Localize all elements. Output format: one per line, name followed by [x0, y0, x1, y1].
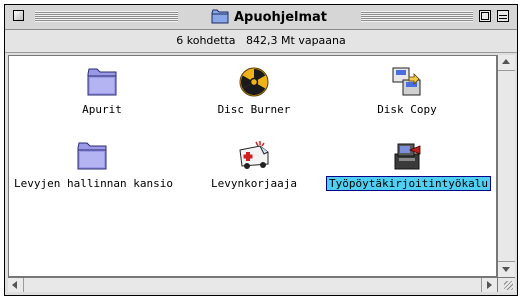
horizontal-scrollbar[interactable] — [8, 277, 497, 292]
info-bar: 6 kohdetta 842,3 Mt vapaana — [5, 30, 517, 53]
icon-item-disc-burner[interactable]: Disc Burner — [174, 66, 334, 117]
scroll-down-arrow[interactable] — [498, 261, 515, 277]
icon-label: Apurit — [82, 103, 122, 116]
icon-item-tyopoytakirjoitintyokalu[interactable]: Työpöytäkirjoitintyökalu — [326, 140, 491, 191]
disk-copy-icon — [392, 67, 421, 96]
close-box[interactable] — [13, 10, 24, 21]
icon-label: Työpöytäkirjoitintyökalu — [326, 176, 491, 191]
icon-label: Disc Burner — [217, 103, 291, 116]
printer-icon — [394, 143, 421, 170]
folder-icon — [77, 142, 107, 170]
scroll-left-arrow[interactable] — [8, 278, 24, 292]
title-bar[interactable]: Apuohjelmat — [5, 5, 517, 30]
icon-label: Levynkorjaaja — [210, 177, 298, 190]
finder-window: Apuohjelmat 6 kohdetta 842,3 Mt vapaana … — [4, 4, 518, 296]
collapse-box[interactable] — [497, 10, 509, 22]
icon-item-levynkorjaaja[interactable]: Levynkorjaaja — [174, 140, 334, 191]
folder-icon — [87, 68, 117, 96]
item-count-free-space: 6 kohdetta 842,3 Mt vapaana — [176, 34, 346, 47]
title-area: Apuohjelmat — [181, 7, 357, 27]
window-title: Apuohjelmat — [233, 9, 328, 25]
zoom-box[interactable] — [479, 10, 491, 22]
scroll-right-arrow[interactable] — [481, 278, 497, 292]
icon-item-levyjen-hallinnan-kansio[interactable]: Levyjen hallinnan kansio — [12, 140, 173, 191]
folder-icon — [211, 9, 229, 24]
title-stripes-right — [361, 11, 473, 22]
resize-grip[interactable] — [497, 277, 515, 292]
ambulance-icon — [239, 141, 269, 169]
icon-item-disk-copy[interactable]: Disk Copy — [327, 66, 487, 117]
vertical-scrollbar[interactable] — [497, 55, 515, 277]
icon-view[interactable]: Apurit Disc Burner Disk Copy Levyjen hal… — [8, 55, 497, 277]
radiation-disc-icon — [239, 67, 269, 97]
title-stripes-left — [35, 11, 178, 22]
icon-item-apurit[interactable]: Apurit — [22, 66, 182, 117]
icon-label: Disk Copy — [377, 103, 437, 116]
scroll-up-arrow[interactable] — [498, 55, 515, 71]
icon-label: Levyjen hallinnan kansio — [14, 177, 173, 190]
